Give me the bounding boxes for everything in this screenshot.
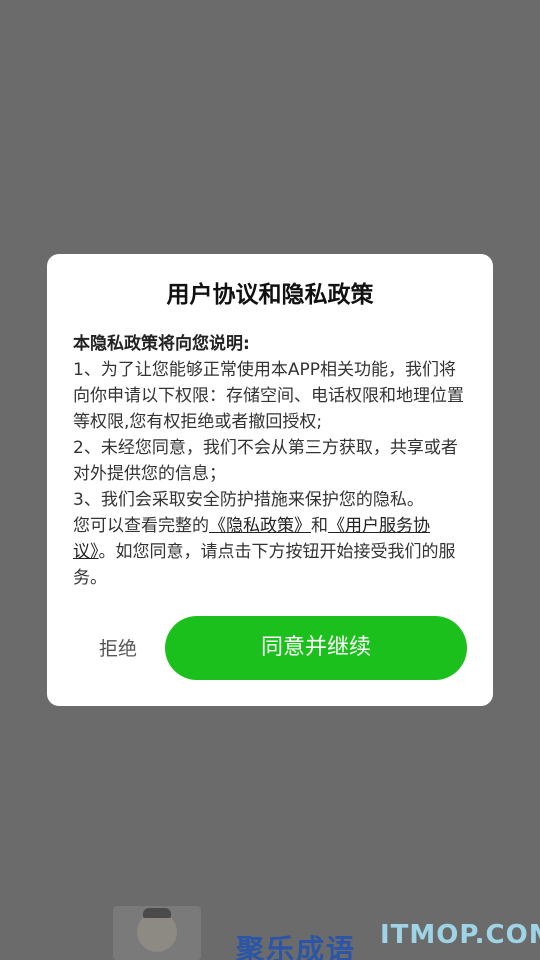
permission-item-2: 2、未经您同意，我们不会从第三方获取，共享或者对外提供您的信息；	[73, 438, 458, 484]
dialog-actions: 拒绝 同意并继续	[47, 616, 493, 680]
mascot-head	[137, 912, 177, 952]
permission-item-1: 1、为了让您能够正常使用本APP相关功能，我们将向你申请以下权限：存储空间、电话…	[73, 360, 464, 432]
mascot-hat	[143, 908, 171, 918]
site-watermark: ITMOP.COM	[380, 920, 540, 950]
privacy-policy-link[interactable]: 《隐私政策》	[209, 516, 311, 536]
privacy-dialog: 用户协议和隐私政策 本隐私政策将向您说明: 1、为了让您能够正常使用本APP相关…	[47, 254, 493, 706]
reject-button[interactable]: 拒绝	[99, 634, 137, 661]
dialog-body: 本隐私政策将向您说明: 1、为了让您能够正常使用本APP相关功能，我们将向你申请…	[73, 331, 467, 591]
agree-continue-button[interactable]: 同意并继续	[165, 616, 467, 680]
body-heading: 本隐私政策将向您说明:	[73, 334, 250, 354]
view-prefix-text: 您可以查看完整的	[73, 516, 209, 536]
dialog-title: 用户协议和隐私政策	[166, 282, 374, 308]
policy-links-paragraph: 您可以查看完整的《隐私政策》和《用户服务协议》。如您同意，请点击下方按钮开始接受…	[73, 513, 467, 591]
and-text: 和	[311, 516, 328, 536]
app-mascot-logo	[113, 906, 201, 960]
permission-item-3: 3、我们会采取安全防护措施来保护您的隐私。	[73, 490, 424, 510]
view-suffix-text: 。如您同意，请点击下方按钮开始接受我们的服务。	[73, 542, 456, 588]
screen: 聚乐成语 ITMOP.COM 用户协议和隐私政策 本隐私政策将向您说明: 1、为…	[0, 0, 540, 960]
app-name-logo: 聚乐成语	[236, 933, 357, 960]
